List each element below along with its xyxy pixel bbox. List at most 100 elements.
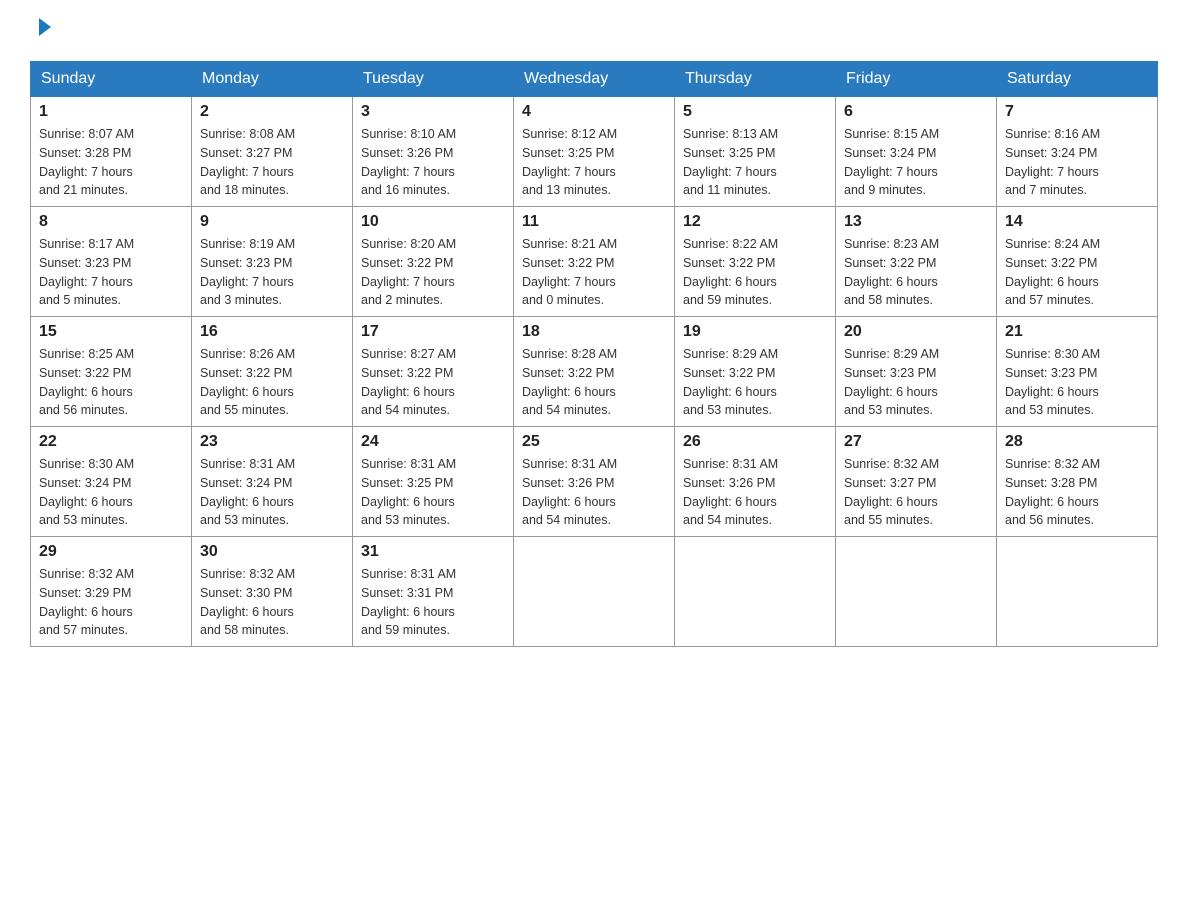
day-info: Sunrise: 8:08 AMSunset: 3:27 PMDaylight:… [200,127,295,197]
day-info: Sunrise: 8:30 AMSunset: 3:24 PMDaylight:… [39,457,134,527]
day-info: Sunrise: 8:31 AMSunset: 3:26 PMDaylight:… [683,457,778,527]
day-number: 1 [39,103,183,121]
calendar-week-row: 15 Sunrise: 8:25 AMSunset: 3:22 PMDayligh… [31,317,1158,427]
table-row: 17 Sunrise: 8:27 AMSunset: 3:22 PMDayligh… [353,317,514,427]
table-row [836,537,997,647]
table-row: 23 Sunrise: 8:31 AMSunset: 3:24 PMDayligh… [192,427,353,537]
day-info: Sunrise: 8:13 AMSunset: 3:25 PMDaylight:… [683,127,778,197]
table-row: 26 Sunrise: 8:31 AMSunset: 3:26 PMDayligh… [675,427,836,537]
page-header [30,20,1158,41]
table-row: 5Sunrise: 8:13 AMSunset: 3:25 PMDaylight… [675,97,836,207]
day-number: 18 [522,323,666,341]
day-number: 9 [200,213,344,231]
day-info: Sunrise: 8:19 AMSunset: 3:23 PMDaylight:… [200,237,295,307]
day-number: 30 [200,543,344,561]
table-row: 30 Sunrise: 8:32 AMSunset: 3:30 PMDayligh… [192,537,353,647]
day-info: Sunrise: 8:28 AMSunset: 3:22 PMDaylight:… [522,347,617,417]
day-info: Sunrise: 8:21 AMSunset: 3:22 PMDaylight:… [522,237,617,307]
day-number: 31 [361,543,505,561]
table-row: 20 Sunrise: 8:29 AMSunset: 3:23 PMDayligh… [836,317,997,427]
table-row: 11 Sunrise: 8:21 AMSunset: 3:22 PMDayligh… [514,207,675,317]
day-info: Sunrise: 8:23 AMSunset: 3:22 PMDaylight:… [844,237,939,307]
day-info: Sunrise: 8:12 AMSunset: 3:25 PMDaylight:… [522,127,617,197]
col-thursday: Thursday [675,62,836,97]
day-number: 17 [361,323,505,341]
day-info: Sunrise: 8:32 AMSunset: 3:27 PMDaylight:… [844,457,939,527]
table-row: 18 Sunrise: 8:28 AMSunset: 3:22 PMDayligh… [514,317,675,427]
table-row: 14 Sunrise: 8:24 AMSunset: 3:22 PMDayligh… [997,207,1158,317]
table-row: 1Sunrise: 8:07 AMSunset: 3:28 PMDaylight… [31,97,192,207]
table-row: 3 Sunrise: 8:10 AMSunset: 3:26 PMDaylight… [353,97,514,207]
col-sunday: Sunday [31,62,192,97]
day-info: Sunrise: 8:30 AMSunset: 3:23 PMDaylight:… [1005,347,1100,417]
col-saturday: Saturday [997,62,1158,97]
col-monday: Monday [192,62,353,97]
logo [30,20,55,41]
table-row: 28 Sunrise: 8:32 AMSunset: 3:28 PMDayligh… [997,427,1158,537]
day-info: Sunrise: 8:31 AMSunset: 3:31 PMDaylight:… [361,567,456,637]
day-info: Sunrise: 8:15 AMSunset: 3:24 PMDaylight:… [844,127,939,197]
day-number: 20 [844,323,988,341]
calendar-week-row: 22 Sunrise: 8:30 AMSunset: 3:24 PMDayligh… [31,427,1158,537]
day-number: 23 [200,433,344,451]
day-number: 28 [1005,433,1149,451]
table-row: 4 Sunrise: 8:12 AMSunset: 3:25 PMDaylight… [514,97,675,207]
table-row [997,537,1158,647]
day-info: Sunrise: 8:32 AMSunset: 3:30 PMDaylight:… [200,567,295,637]
table-row: 8Sunrise: 8:17 AMSunset: 3:23 PMDaylight… [31,207,192,317]
table-row: 25 Sunrise: 8:31 AMSunset: 3:26 PMDayligh… [514,427,675,537]
day-number: 24 [361,433,505,451]
table-row: 24 Sunrise: 8:31 AMSunset: 3:25 PMDayligh… [353,427,514,537]
day-number: 14 [1005,213,1149,231]
day-info: Sunrise: 8:31 AMSunset: 3:25 PMDaylight:… [361,457,456,527]
calendar-week-row: 1Sunrise: 8:07 AMSunset: 3:28 PMDaylight… [31,97,1158,207]
calendar-header-row: Sunday Monday Tuesday Wednesday Thursday… [31,62,1158,97]
day-number: 7 [1005,103,1149,121]
day-number: 12 [683,213,827,231]
day-info: Sunrise: 8:29 AMSunset: 3:22 PMDaylight:… [683,347,778,417]
day-info: Sunrise: 8:16 AMSunset: 3:24 PMDaylight:… [1005,127,1100,197]
day-number: 6 [844,103,988,121]
day-info: Sunrise: 8:32 AMSunset: 3:29 PMDaylight:… [39,567,134,637]
day-info: Sunrise: 8:22 AMSunset: 3:22 PMDaylight:… [683,237,778,307]
day-number: 15 [39,323,183,341]
day-number: 16 [200,323,344,341]
calendar-week-row: 29Sunrise: 8:32 AMSunset: 3:29 PMDayligh… [31,537,1158,647]
calendar-week-row: 8Sunrise: 8:17 AMSunset: 3:23 PMDaylight… [31,207,1158,317]
day-info: Sunrise: 8:32 AMSunset: 3:28 PMDaylight:… [1005,457,1100,527]
day-info: Sunrise: 8:24 AMSunset: 3:22 PMDaylight:… [1005,237,1100,307]
day-number: 8 [39,213,183,231]
col-wednesday: Wednesday [514,62,675,97]
day-info: Sunrise: 8:27 AMSunset: 3:22 PMDaylight:… [361,347,456,417]
day-number: 11 [522,213,666,231]
day-info: Sunrise: 8:29 AMSunset: 3:23 PMDaylight:… [844,347,939,417]
table-row: 7 Sunrise: 8:16 AMSunset: 3:24 PMDaylight… [997,97,1158,207]
table-row: 6 Sunrise: 8:15 AMSunset: 3:24 PMDaylight… [836,97,997,207]
day-number: 26 [683,433,827,451]
day-number: 4 [522,103,666,121]
table-row: 31 Sunrise: 8:31 AMSunset: 3:31 PMDayligh… [353,537,514,647]
day-number: 3 [361,103,505,121]
table-row [675,537,836,647]
day-info: Sunrise: 8:31 AMSunset: 3:26 PMDaylight:… [522,457,617,527]
day-info: Sunrise: 8:25 AMSunset: 3:22 PMDaylight:… [39,347,134,417]
table-row: 2Sunrise: 8:08 AMSunset: 3:27 PMDaylight… [192,97,353,207]
table-row: 9 Sunrise: 8:19 AMSunset: 3:23 PMDaylight… [192,207,353,317]
logo-chevron-icon [33,16,55,43]
day-info: Sunrise: 8:20 AMSunset: 3:22 PMDaylight:… [361,237,456,307]
table-row: 19 Sunrise: 8:29 AMSunset: 3:22 PMDayligh… [675,317,836,427]
day-number: 19 [683,323,827,341]
table-row: 29Sunrise: 8:32 AMSunset: 3:29 PMDayligh… [31,537,192,647]
day-number: 10 [361,213,505,231]
day-info: Sunrise: 8:31 AMSunset: 3:24 PMDaylight:… [200,457,295,527]
day-number: 25 [522,433,666,451]
table-row: 22 Sunrise: 8:30 AMSunset: 3:24 PMDayligh… [31,427,192,537]
table-row: 15 Sunrise: 8:25 AMSunset: 3:22 PMDayligh… [31,317,192,427]
day-info: Sunrise: 8:10 AMSunset: 3:26 PMDaylight:… [361,127,456,197]
table-row: 12 Sunrise: 8:22 AMSunset: 3:22 PMDayligh… [675,207,836,317]
table-row: 10 Sunrise: 8:20 AMSunset: 3:22 PMDayligh… [353,207,514,317]
table-row: 27Sunrise: 8:32 AMSunset: 3:27 PMDayligh… [836,427,997,537]
day-number: 13 [844,213,988,231]
day-number: 22 [39,433,183,451]
day-number: 21 [1005,323,1149,341]
